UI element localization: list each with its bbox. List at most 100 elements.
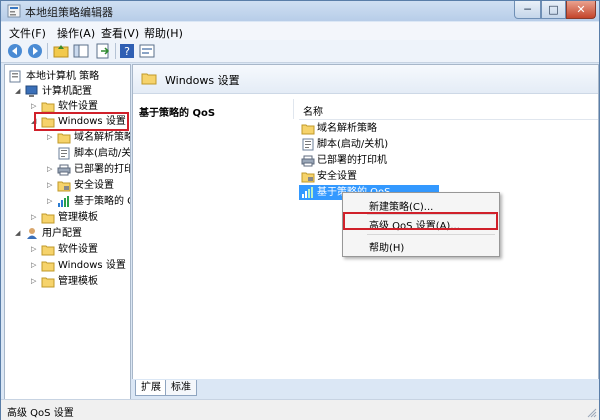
resize-grip-icon[interactable] — [587, 408, 597, 418]
status-bar: 高级 QoS 设置 — [1, 399, 599, 420]
list-item-label: 已部署的打印机 — [317, 155, 387, 166]
tree-label: 用户配置 — [42, 228, 82, 239]
tree-item-admin-templates[interactable]: ▷ 管理模板 — [5, 210, 130, 225]
toolbar-separator — [115, 43, 116, 59]
menu-help[interactable]: 帮助(H) — [144, 25, 183, 41]
qos-chart-icon — [302, 187, 313, 198]
toolbar-separator — [47, 43, 48, 59]
tree-label: 已部署的打印 — [74, 164, 131, 175]
highlight-box — [34, 112, 129, 131]
highlight-box — [343, 212, 498, 230]
column-header-label: 名称 — [303, 107, 323, 118]
tree-label: 安全设置 — [74, 180, 114, 191]
folder-icon — [57, 133, 71, 144]
list-item-label: 安全设置 — [317, 171, 357, 182]
collapsed-arrow-icon[interactable]: ▷ — [31, 212, 39, 222]
forward-icon[interactable] — [27, 43, 43, 59]
tree-label: 软件设置 — [58, 244, 98, 255]
user-icon — [27, 228, 37, 239]
folder-icon — [41, 245, 55, 256]
console-tree[interactable]: 本地计算机 策略 ◢ 计算机配置 ▷ 软件设置 ◢ Windows 设置 ▷ 域… — [4, 64, 131, 400]
menu-separator — [367, 234, 495, 235]
list-item-label: 域名解析策略 — [317, 123, 377, 134]
help-icon[interactable]: ? — [119, 43, 135, 59]
tree-label: 管理模板 — [58, 276, 98, 287]
expanded-arrow-icon[interactable]: ◢ — [15, 228, 23, 238]
computer-policy-icon — [9, 70, 21, 83]
details-header: Windows 设置 — [133, 65, 598, 94]
tree-item-security-settings[interactable]: ▷ 安全设置 — [5, 178, 130, 193]
tree-item-user-software-settings[interactable]: ▷ 软件设置 — [5, 242, 130, 257]
status-text: 高级 QoS 设置 — [7, 408, 74, 419]
tree-item-dns-policy[interactable]: ▷ 域名解析策略 — [5, 130, 130, 145]
collapsed-arrow-icon[interactable]: ▷ — [31, 101, 39, 111]
tree-item-computer-config[interactable]: ◢ 计算机配置 — [5, 84, 130, 99]
list-item-scripts[interactable]: 脚本(启动/关机) — [299, 137, 439, 152]
folder-icon — [301, 124, 315, 135]
tree-label: 域名解析策略 — [74, 132, 131, 143]
export-list-icon[interactable] — [95, 43, 111, 59]
toolbar: ? — [1, 40, 599, 63]
list-item-label: 脚本(启动/关机) — [317, 139, 389, 150]
collapsed-arrow-icon[interactable]: ▷ — [31, 260, 39, 270]
maximize-button[interactable]: □ — [541, 1, 566, 19]
window-title: 本地组策略编辑器 — [25, 6, 113, 19]
collapsed-arrow-icon[interactable]: ▷ — [31, 276, 39, 286]
script-icon — [58, 147, 70, 160]
list-item-dns-policy[interactable]: 域名解析策略 — [299, 121, 439, 136]
collapsed-arrow-icon[interactable]: ▷ — [31, 244, 39, 254]
minimize-button[interactable]: ─ — [514, 1, 541, 19]
collapsed-arrow-icon[interactable]: ▷ — [47, 180, 55, 190]
tree-label: 计算机配置 — [42, 86, 92, 97]
qos-chart-icon — [58, 196, 69, 207]
close-button[interactable]: ✕ — [566, 1, 596, 19]
tree-label: 本地计算机 策略 — [26, 71, 100, 82]
tree-item-user-admin-templates[interactable]: ▷ 管理模板 — [5, 274, 130, 289]
description-title: 基于策略的 QoS — [139, 108, 216, 119]
menu-new-policy[interactable]: 新建策略(C)... — [369, 198, 433, 213]
tree-item-deployed-printers[interactable]: ▷ 已部署的打印 — [5, 162, 130, 177]
printer-icon — [57, 164, 71, 176]
tab-standard[interactable]: 标准 — [165, 380, 197, 396]
tree-label: 脚本(启动/关 — [74, 148, 131, 159]
security-icon — [301, 172, 315, 183]
back-icon[interactable] — [7, 43, 23, 59]
tree-item-user-windows-settings[interactable]: ▷ Windows 设置 — [5, 258, 130, 273]
folder-icon — [41, 261, 55, 272]
tree-label: Windows 设置 — [58, 260, 126, 271]
expanded-arrow-icon[interactable]: ◢ — [15, 86, 23, 96]
menu-view[interactable]: 查看(V) — [101, 25, 139, 41]
folder-icon — [41, 213, 55, 224]
tree-item-qos-policy[interactable]: ▷ 基于策略的 Q — [5, 194, 130, 209]
list-item-security-settings[interactable]: 安全设置 — [299, 169, 439, 184]
folder-icon — [141, 73, 157, 85]
svg-text:?: ? — [124, 45, 130, 58]
collapsed-arrow-icon[interactable]: ▷ — [47, 132, 55, 142]
tree-label: 基于策略的 Q — [74, 196, 131, 207]
view-tabs: 扩展 标准 — [132, 379, 599, 398]
folder-icon — [41, 277, 55, 288]
tree-item-root[interactable]: 本地计算机 策略 — [5, 69, 130, 84]
column-header-name[interactable]: 名称 — [299, 101, 598, 120]
column-separator — [293, 99, 294, 119]
menu-file[interactable]: 文件(F) — [9, 25, 46, 41]
title-bar[interactable]: 本地组策略编辑器 ─ □ ✕ — [1, 1, 599, 21]
security-icon — [57, 181, 71, 192]
printer-icon — [301, 155, 315, 167]
menu-action[interactable]: 操作(A) — [57, 25, 95, 41]
computer-icon — [25, 85, 38, 97]
tree-label: 管理模板 — [58, 212, 98, 223]
tree-item-user-config[interactable]: ◢ 用户配置 — [5, 226, 130, 241]
script-icon — [302, 138, 314, 151]
collapsed-arrow-icon[interactable]: ▷ — [47, 164, 55, 174]
menu-help-item[interactable]: 帮助(H) — [369, 239, 404, 254]
list-item-deployed-printers[interactable]: 已部署的打印机 — [299, 153, 439, 168]
details-header-title: Windows 设置 — [165, 74, 240, 87]
tab-extended[interactable]: 扩展 — [135, 380, 167, 396]
up-folder-icon[interactable] — [53, 43, 69, 59]
properties-icon[interactable] — [139, 43, 155, 59]
show-hide-tree-icon[interactable] — [73, 43, 89, 59]
menu-bar: 文件(F) 操作(A) 查看(V) 帮助(H) — [1, 22, 599, 40]
tree-item-scripts[interactable]: 脚本(启动/关 — [5, 146, 130, 161]
collapsed-arrow-icon[interactable]: ▷ — [47, 196, 55, 206]
